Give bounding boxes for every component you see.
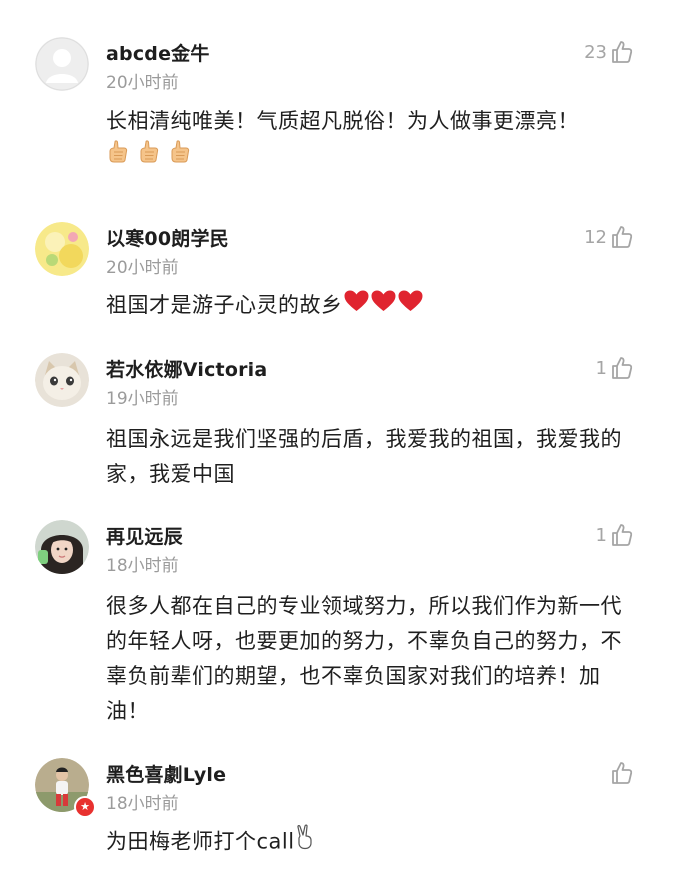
like-button[interactable]: 23 <box>584 39 633 65</box>
comment-text-block: 为田梅老师打个call <box>106 824 631 861</box>
thumbs-up-outline-icon <box>612 357 633 379</box>
like-button[interactable]: 1 <box>596 355 633 381</box>
user-name[interactable]: abcde金牛 <box>106 39 210 66</box>
default-avatar-icon <box>35 37 89 91</box>
red-heart-emoji-icon <box>370 289 397 324</box>
comment-text-block: 祖国才是游子心灵的故乡 <box>106 288 631 324</box>
girl-avatar-icon <box>35 520 89 574</box>
comment-text: 祖国才是游子心灵的故乡 <box>106 293 343 317</box>
avatar[interactable] <box>35 520 89 574</box>
like-count: 1 <box>595 524 607 546</box>
comment-time: 20小时前 <box>106 258 179 278</box>
victory-hand-emoji-icon <box>295 824 315 861</box>
user-name[interactable]: 若水依娜Victoria <box>106 355 267 382</box>
thumbs-up-emoji-icon <box>168 139 192 176</box>
avatar[interactable] <box>35 353 89 407</box>
red-heart-emoji-icon <box>343 289 370 324</box>
like-button[interactable] <box>607 760 633 786</box>
comment-time: 19小时前 <box>106 389 179 409</box>
comment-time: 18小时前 <box>106 794 179 814</box>
like-button[interactable]: 12 <box>584 224 633 250</box>
like-count: 1 <box>595 357 607 379</box>
comment-text: 很多人都在自己的专业领域努力，所以我们作为新一代的年轻人呀，也要更加的努力，不辜… <box>106 594 622 723</box>
avatar[interactable] <box>35 222 89 276</box>
comment-time: 20小时前 <box>106 73 179 93</box>
comment-list: abcde金牛 20小时前 23 长相清纯唯美！气质超凡脱俗！为人做事更漂亮！ <box>0 0 675 873</box>
red-heart-emoji-icon <box>397 289 424 324</box>
comment-text: 为田梅老师打个call <box>106 829 295 854</box>
thumbs-up-outline-icon <box>612 762 633 784</box>
comment-text-block: 长相清纯唯美！气质超凡脱俗！为人做事更漂亮！ <box>106 104 631 176</box>
comment-text: 祖国永远是我们坚强的后盾，我爱我的祖国，我爱我的家，我爱中国 <box>106 427 622 486</box>
like-count: 12 <box>584 226 607 248</box>
thumbs-up-outline-icon <box>612 524 633 546</box>
cat-avatar-icon <box>35 353 89 407</box>
verified-badge-icon: ★ <box>74 796 96 818</box>
thumbs-up-emoji-icon <box>106 139 130 176</box>
user-name[interactable]: 黑色喜劇Lyle <box>106 760 226 787</box>
comment-text: 长相清纯唯美！气质超凡脱俗！为人做事更漂亮！ <box>106 109 579 133</box>
user-name[interactable]: 再见远辰 <box>106 522 183 549</box>
yellow-avatar-icon <box>35 222 89 276</box>
user-name[interactable]: 以寒00朗学民 <box>106 224 229 251</box>
like-button[interactable]: 1 <box>596 522 633 548</box>
thumbs-up-outline-icon <box>612 41 633 63</box>
comment-time: 18小时前 <box>106 556 179 576</box>
thumbs-up-outline-icon <box>612 226 633 248</box>
thumbs-up-emoji-icon <box>137 139 161 176</box>
like-count: 23 <box>584 41 607 63</box>
avatar[interactable] <box>35 37 89 91</box>
